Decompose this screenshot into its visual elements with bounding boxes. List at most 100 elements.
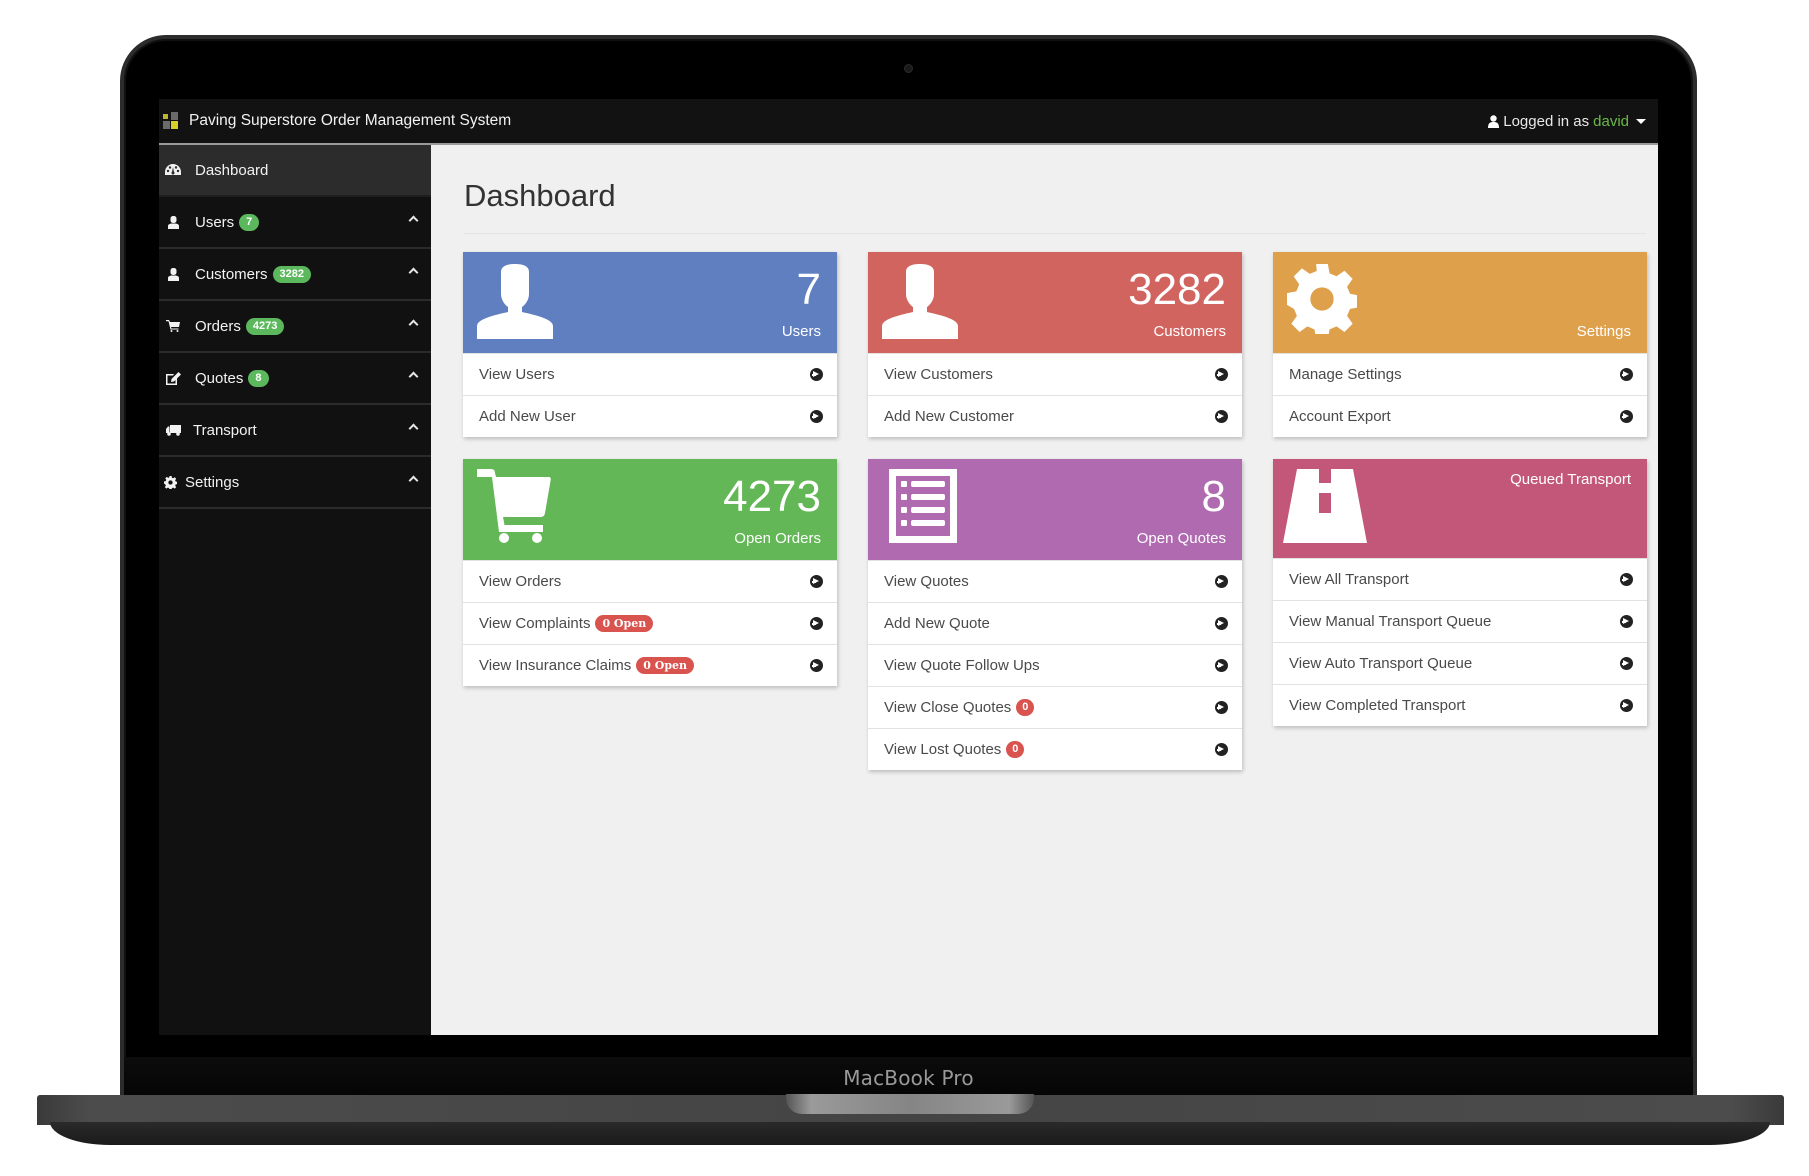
manage-settings-link[interactable]: Manage Settings xyxy=(1273,353,1647,395)
view-complaints-link[interactable]: View Complaints 0 Open xyxy=(463,602,837,644)
card-header: 3282 Customers xyxy=(868,252,1242,353)
chevron-up-icon xyxy=(408,319,419,330)
account-export-link[interactable]: Account Export xyxy=(1273,395,1647,437)
screen: Paving Superstore Order Management Syste… xyxy=(159,99,1658,1035)
sidebar-item-orders[interactable]: Orders 4273 xyxy=(159,301,431,353)
camera-icon xyxy=(904,64,913,73)
chevron-up-icon xyxy=(408,423,419,434)
edit-icon xyxy=(163,370,183,386)
card-header: 4273 Open Orders xyxy=(463,459,837,560)
sidebar-item-quotes[interactable]: Quotes 8 xyxy=(159,353,431,405)
link-label: View Insurance Claims xyxy=(479,657,632,674)
sidebar-item-label: Customers xyxy=(195,265,268,283)
username: david xyxy=(1593,112,1629,130)
view-all-transport-link[interactable]: View All Transport xyxy=(1273,558,1647,600)
arrow-circle-right-icon xyxy=(1215,575,1228,588)
link-label: View Users xyxy=(479,366,555,383)
users-card: 7 Users View Users Add New User xyxy=(463,252,837,437)
page-title: Dashboard xyxy=(464,178,616,213)
view-quote-follow-ups-link[interactable]: View Quote Follow Ups xyxy=(868,644,1242,686)
customers-count-badge: 3282 xyxy=(272,265,312,283)
view-lost-quotes-link[interactable]: View Lost Quotes 0 xyxy=(868,728,1242,770)
sidebar-item-users[interactable]: Users 7 xyxy=(159,197,431,249)
open-quotes-label: Open Quotes xyxy=(1136,530,1226,547)
link-label: View Auto Transport Queue xyxy=(1289,655,1473,672)
open-claims-badge: 0 Open xyxy=(636,657,695,674)
link-label: View Quote Follow Ups xyxy=(884,657,1040,674)
arrow-circle-right-icon xyxy=(1215,743,1228,756)
view-quotes-link[interactable]: View Quotes xyxy=(868,560,1242,602)
card-header: Settings xyxy=(1273,252,1647,353)
user-icon xyxy=(1488,114,1500,128)
sidebar-item-customers[interactable]: Customers 3282 xyxy=(159,249,431,301)
user-icon xyxy=(477,264,553,339)
list-icon xyxy=(889,469,957,543)
sidebar-item-settings[interactable]: Settings xyxy=(159,457,431,509)
add-new-quote-link[interactable]: Add New Quote xyxy=(868,602,1242,644)
arrow-circle-right-icon xyxy=(1620,368,1633,381)
arrow-circle-right-icon xyxy=(1620,657,1633,670)
user-icon xyxy=(882,264,958,339)
cart-icon xyxy=(477,469,551,545)
card-header: 7 Users xyxy=(463,252,837,353)
laptop-notch xyxy=(786,1094,1034,1114)
sidebar-item-dashboard[interactable]: Dashboard xyxy=(159,145,431,197)
view-users-link[interactable]: View Users xyxy=(463,353,837,395)
device-label: MacBook Pro xyxy=(843,1066,974,1090)
customers-count: 3282 xyxy=(1128,265,1226,314)
open-orders-label: Open Orders xyxy=(734,530,821,547)
truck-icon xyxy=(163,422,183,438)
chevron-up-icon xyxy=(408,215,419,226)
sidebar-item-label: Quotes xyxy=(195,369,244,387)
dashboard-icon xyxy=(163,162,183,178)
cart-icon xyxy=(163,318,183,334)
link-label: Account Export xyxy=(1289,408,1391,425)
card-header: 8 Open Quotes xyxy=(868,459,1242,560)
view-auto-transport-queue-link[interactable]: View Auto Transport Queue xyxy=(1273,642,1647,684)
gear-icon xyxy=(163,474,177,490)
arrow-circle-right-icon xyxy=(1215,701,1228,714)
gear-icon xyxy=(1287,264,1357,334)
arrow-circle-right-icon xyxy=(1620,615,1633,628)
link-label: View Orders xyxy=(479,573,562,590)
add-new-customer-link[interactable]: Add New Customer xyxy=(868,395,1242,437)
link-label: View Quotes xyxy=(884,573,969,590)
sidebar-item-label: Settings xyxy=(185,473,240,491)
arrow-circle-right-icon xyxy=(1215,368,1228,381)
road-icon xyxy=(1283,469,1367,543)
sidebar-item-label: Transport xyxy=(193,421,257,439)
user-icon xyxy=(163,266,183,282)
close-quotes-badge: 0 xyxy=(1016,699,1035,716)
view-orders-link[interactable]: View Orders xyxy=(463,560,837,602)
open-orders-count: 4273 xyxy=(723,472,821,521)
view-close-quotes-link[interactable]: View Close Quotes 0 xyxy=(868,686,1242,728)
view-manual-transport-queue-link[interactable]: View Manual Transport Queue xyxy=(1273,600,1647,642)
view-insurance-claims-link[interactable]: View Insurance Claims 0 Open xyxy=(463,644,837,686)
view-completed-transport-link[interactable]: View Completed Transport xyxy=(1273,684,1647,726)
top-navbar: Paving Superstore Order Management Syste… xyxy=(159,99,1658,145)
arrow-circle-right-icon xyxy=(1215,659,1228,672)
link-label: Add New Quote xyxy=(884,615,990,632)
chevron-up-icon xyxy=(408,475,419,486)
view-customers-link[interactable]: View Customers xyxy=(868,353,1242,395)
card-header: Queued Transport xyxy=(1273,459,1647,558)
users-count-badge: 7 xyxy=(239,213,260,231)
sidebar-item-label: Orders xyxy=(195,317,241,335)
add-new-user-link[interactable]: Add New User xyxy=(463,395,837,437)
quotes-card: 8 Open Quotes View Quotes Add New Quote … xyxy=(868,459,1242,770)
user-menu-dropdown[interactable]: Logged in as david xyxy=(1488,113,1646,130)
app-title: Paving Superstore Order Management Syste… xyxy=(189,112,512,129)
link-label: View Manual Transport Queue xyxy=(1289,613,1492,630)
settings-card: Settings Manage Settings Account Export xyxy=(1273,252,1647,437)
link-label: Add New Customer xyxy=(884,408,1015,425)
queued-transport-label: Queued Transport xyxy=(1510,471,1631,488)
brand[interactable]: Paving Superstore Order Management Syste… xyxy=(163,112,511,130)
arrow-circle-right-icon xyxy=(1620,573,1633,586)
arrow-circle-right-icon xyxy=(1620,699,1633,712)
sidebar-item-transport[interactable]: Transport xyxy=(159,405,431,457)
users-count: 7 xyxy=(796,265,821,314)
lost-quotes-badge: 0 xyxy=(1006,741,1025,758)
link-label: Manage Settings xyxy=(1289,366,1402,383)
transport-card: Queued Transport View All Transport View… xyxy=(1273,459,1647,726)
title-divider xyxy=(464,233,1646,234)
